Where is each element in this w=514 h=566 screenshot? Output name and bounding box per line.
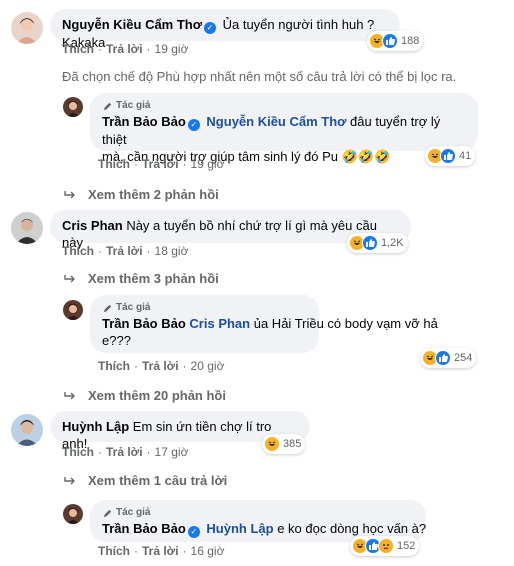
reaction-summary[interactable]: 254 xyxy=(420,348,477,368)
reaction-summary[interactable]: 188 xyxy=(367,31,424,51)
like-icon xyxy=(440,148,456,164)
view-more-replies[interactable]: Xem thêm 2 phản hồi xyxy=(64,187,219,202)
like-icon xyxy=(382,33,398,49)
reply-arrow-icon xyxy=(64,391,75,399)
author-badge: Tác giả xyxy=(102,100,466,112)
reaction-count: 1,2K xyxy=(381,237,404,249)
comment-actions: Thích · Trả lời · 17 giờ xyxy=(62,445,189,459)
comment-bubble: Tác giả Trần Bảo Bảo ✓ Nguyễn Kiều Cẩm Th… xyxy=(90,93,478,164)
haha-icon xyxy=(264,436,280,452)
like-button[interactable]: Thích xyxy=(62,244,94,258)
reply-arrow-icon xyxy=(64,476,75,484)
comment-actions: Thích · Trả lời · 19 giờ xyxy=(98,157,225,171)
avatar[interactable] xyxy=(63,97,83,117)
reaction-summary[interactable]: 385 xyxy=(262,434,306,454)
reaction-summary[interactable]: 152 xyxy=(350,536,420,556)
pen-icon xyxy=(103,304,112,312)
reply-button[interactable]: Trả lời xyxy=(142,359,179,373)
like-button[interactable]: Thích xyxy=(62,445,94,459)
like-button[interactable]: Thích xyxy=(98,359,130,373)
reaction-count: 188 xyxy=(401,35,420,47)
reaction-summary[interactable]: 41 xyxy=(425,146,476,166)
reply-arrow-icon xyxy=(64,274,75,282)
author-badge: Tác giả xyxy=(102,507,414,519)
view-more-replies[interactable]: Xem thêm 1 câu trả lời xyxy=(64,473,227,488)
comment-text: e ko đọc dòng học vấn à? xyxy=(277,521,427,536)
like-icon xyxy=(362,235,378,251)
verified-icon: ✓ xyxy=(187,526,200,538)
pen-icon xyxy=(103,509,112,517)
timestamp[interactable]: 16 giờ xyxy=(191,544,225,558)
reaction-count: 254 xyxy=(454,352,473,364)
commenter-name[interactable]: Cris Phan xyxy=(62,218,123,233)
comment-text: ủa Hải Triều có body vạm vỡ hả xyxy=(253,316,438,331)
reaction-count: 152 xyxy=(397,540,416,552)
filter-note: Đã chọn chế độ Phù hợp nhất nên một số c… xyxy=(62,69,457,84)
like-button[interactable]: Thích xyxy=(98,157,130,171)
commenter-name[interactable]: Nguyễn Kiều Cẩm Thơ xyxy=(62,17,202,32)
avatar[interactable] xyxy=(11,414,43,446)
pen-icon xyxy=(103,102,112,110)
mention-link[interactable]: Huỳnh Lập xyxy=(206,521,273,536)
commenter-name[interactable]: Trần Bảo Bảo xyxy=(102,316,186,331)
avatar[interactable] xyxy=(11,12,43,44)
timestamp[interactable]: 19 giờ xyxy=(155,42,189,56)
view-more-replies[interactable]: Xem thêm 20 phản hồi xyxy=(64,388,226,403)
timestamp[interactable]: 19 giờ xyxy=(191,157,225,171)
like-button[interactable]: Thích xyxy=(98,544,130,558)
reaction-count: 385 xyxy=(283,438,302,450)
commenter-name[interactable]: Huỳnh Lập xyxy=(62,419,129,434)
reply-button[interactable]: Trả lời xyxy=(106,445,143,459)
timestamp[interactable]: 18 giờ xyxy=(155,244,189,258)
like-button[interactable]: Thích xyxy=(62,42,94,56)
like-icon xyxy=(435,350,451,366)
avatar[interactable] xyxy=(63,300,83,320)
commenter-name[interactable]: Trần Bảo Bảo xyxy=(102,114,186,129)
reaction-summary[interactable]: 1,2K xyxy=(347,233,408,253)
timestamp[interactable]: 17 giờ xyxy=(155,445,189,459)
comment-actions: Thích · Trả lời · 16 giờ xyxy=(98,544,225,558)
comment-bubble: Tác giả Trần Bảo Bảo Cris Phan ủa Hải Tr… xyxy=(90,295,438,353)
comment-actions: Thích · Trả lời · 20 giờ xyxy=(98,359,225,373)
sad-icon xyxy=(378,538,394,554)
reply-button[interactable]: Trả lời xyxy=(106,42,143,56)
reply-arrow-icon xyxy=(64,190,75,198)
reply-button[interactable]: Trả lời xyxy=(106,244,143,258)
timestamp[interactable]: 20 giờ xyxy=(191,359,225,373)
verified-icon: ✓ xyxy=(203,22,216,34)
avatar[interactable] xyxy=(11,212,43,244)
verified-icon: ✓ xyxy=(187,119,200,131)
author-badge: Tác giả xyxy=(102,302,307,314)
comment-actions: Thích · Trả lời · 18 giờ xyxy=(62,244,189,258)
comment-text: e??? xyxy=(102,333,131,348)
reaction-count: 41 xyxy=(459,150,472,162)
comment-bubble: Nguyễn Kiều Cẩm Thơ ✓ Ủa tuyển người tình… xyxy=(50,9,400,50)
reply-button[interactable]: Trả lời xyxy=(142,544,179,558)
commenter-name[interactable]: Trần Bảo Bảo xyxy=(102,521,186,536)
mention-link[interactable]: Cris Phan xyxy=(189,316,250,331)
avatar[interactable] xyxy=(63,504,83,524)
mention-link[interactable]: Nguyễn Kiều Cẩm Thơ xyxy=(206,114,346,129)
reply-button[interactable]: Trả lời xyxy=(142,157,179,171)
view-more-replies[interactable]: Xem thêm 3 phản hồi xyxy=(64,271,219,286)
comment-actions: Thích · Trả lời · 19 giờ xyxy=(62,42,189,56)
